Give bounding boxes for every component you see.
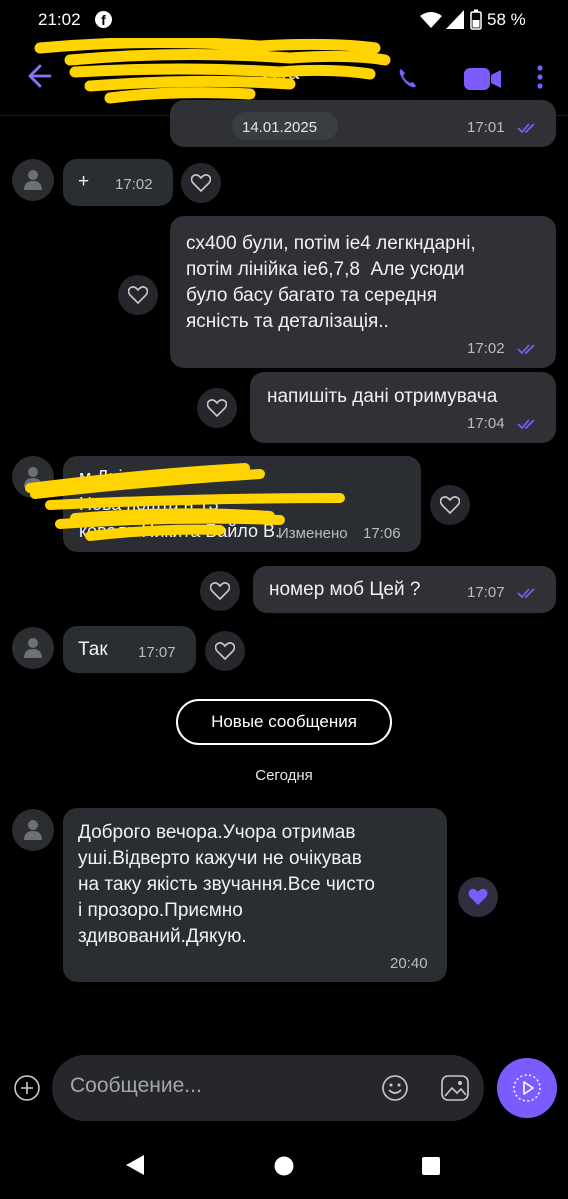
message-input-placeholder: Сообщение... [70,1074,202,1097]
heart-icon [207,399,227,417]
message-bubble-incoming[interactable]: Доброго вечора.Учора отримав уші.Відверт… [63,808,447,982]
double-check-icon [517,344,535,355]
facebook-notification-icon: f [95,11,112,28]
message-text: Так [78,639,108,660]
message-time: 17:07 [138,644,176,661]
message-text: напишіть дані отримувача [267,386,498,407]
message-bubble-outgoing[interactable]: номер моб Цей ? 17:07 [253,566,556,613]
date-label: 14.01.2025 [242,119,318,136]
nav-back-icon[interactable] [124,1153,146,1177]
status-bar: 21:02 f 58 % [0,0,568,40]
heart-icon [128,286,148,304]
message-time: 17:04 [467,415,505,432]
like-button-liked[interactable] [458,877,498,917]
play-send-icon [513,1074,541,1102]
message-text: Доброго вечора.Учора отримав уші.Відверт… [78,822,375,947]
heart-filled-icon [468,888,488,905]
battery-icon [470,9,482,30]
avatar[interactable] [12,627,54,669]
battery-percent: 58 % [487,10,526,29]
nav-home-icon[interactable] [273,1155,295,1177]
like-button[interactable] [181,163,221,203]
message-bubble-incoming[interactable]: + 17:02 [63,159,173,206]
message-bubble-outgoing[interactable]: напишіть дані отримувача 17:04 [250,372,556,443]
new-messages-button[interactable]: Новые сообщения [176,699,392,745]
message-bubble-outgoing[interactable]: cx400 були, потім ie4 легкндарні, потім … [170,216,556,368]
message-time: 17:01 [467,119,505,136]
redaction-scribble [25,463,345,541]
redaction-scribble [34,38,391,104]
double-check-icon [517,588,535,599]
like-button[interactable] [200,571,240,611]
video-call-icon[interactable] [463,66,503,92]
message-text: cx400 були, потім ie4 легкндарні, потім … [186,233,476,332]
like-button[interactable] [205,631,245,671]
like-button[interactable] [118,275,158,315]
heart-icon [191,174,211,192]
message-text: номер моб Цей ? [269,579,421,600]
emoji-icon[interactable] [381,1074,409,1102]
more-options-icon[interactable] [536,64,544,90]
wifi-icon [420,12,442,28]
message-bubble-incoming[interactable]: Так 17:07 [63,626,196,673]
avatar[interactable] [12,159,54,201]
double-check-icon [517,123,535,134]
avatar[interactable] [12,809,54,851]
double-check-icon [517,419,535,430]
message-time: 20:40 [390,955,428,972]
heart-icon [440,496,460,514]
message-text: + [78,171,90,192]
message-time: 17:06 [363,525,401,542]
system-nav-bar [0,1130,568,1199]
heart-icon [210,582,230,600]
message-time: 17:07 [467,584,505,601]
message-time: 17:02 [467,340,505,357]
date-separator-today: Сегодня [255,767,313,784]
like-button[interactable] [197,388,237,428]
add-attachment-icon[interactable] [13,1074,41,1102]
heart-icon [215,642,235,660]
message-time: 17:02 [115,176,153,193]
like-button[interactable] [430,485,470,525]
signal-icon [446,10,464,29]
nav-recents-icon[interactable] [421,1156,441,1176]
status-time: 21:02 [38,10,81,29]
gallery-icon[interactable] [440,1074,470,1102]
send-button[interactable] [497,1058,557,1118]
